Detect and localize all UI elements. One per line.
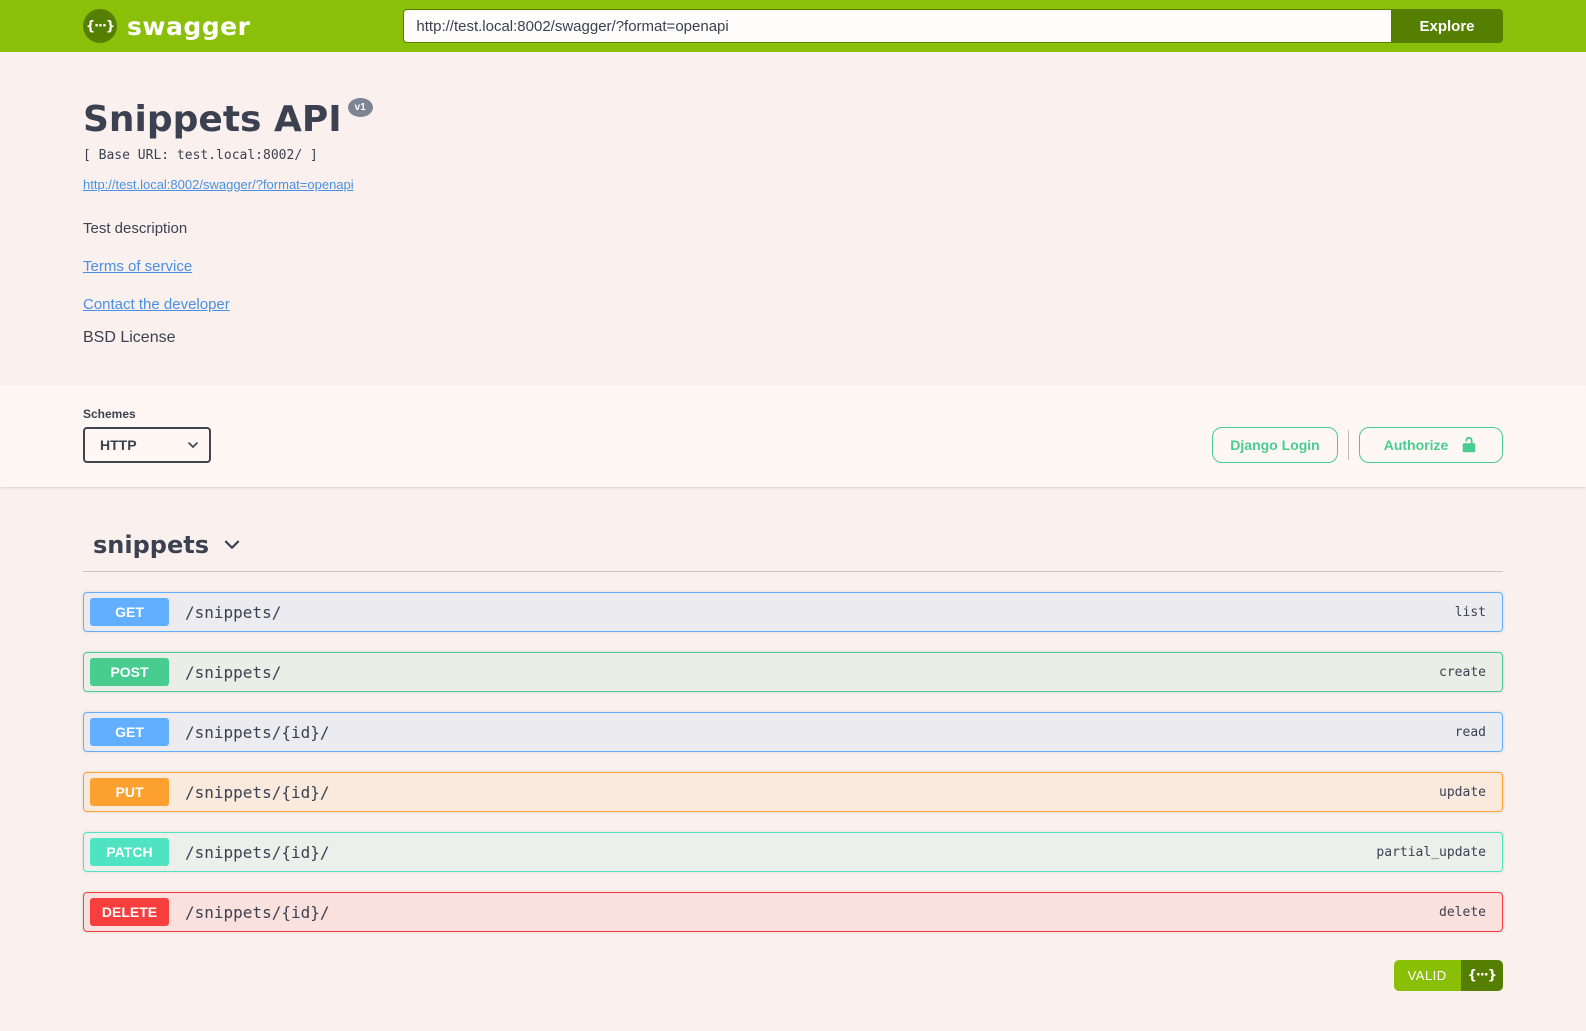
operation-summary: list [1454, 604, 1486, 620]
operation-summary: create [1439, 664, 1486, 680]
unlock-icon [1460, 436, 1478, 454]
operation-row[interactable]: GET /snippets/ list [83, 592, 1503, 632]
operation-summary: update [1439, 784, 1486, 800]
version-badge: v1 [347, 98, 373, 117]
operation-row[interactable]: DELETE /snippets/{id}/ delete [83, 892, 1503, 932]
operation-row[interactable]: POST /snippets/ create [83, 652, 1503, 692]
download-url-form: Explore [403, 9, 1503, 43]
operation-path: /snippets/{id}/ [185, 902, 330, 922]
operation-summary: read [1454, 724, 1486, 740]
swagger-logo: {···} swagger [83, 9, 250, 43]
scheme-container: Schemes HTTP Django Login Authorize [0, 385, 1586, 487]
spec-url-input[interactable] [403, 9, 1391, 43]
operation-path: /snippets/{id}/ [185, 842, 330, 862]
operation-list: GET /snippets/ list POST /snippets/ crea… [83, 572, 1503, 932]
api-description: Test description [83, 220, 188, 237]
operation-row[interactable]: GET /snippets/{id}/ read [83, 712, 1503, 752]
operation-path: /snippets/ [185, 662, 282, 682]
valid-badge[interactable]: VALID {···} [1393, 960, 1503, 991]
explore-button[interactable]: Explore [1391, 9, 1503, 43]
divider [1348, 430, 1349, 460]
tag-snippets[interactable]: snippets [83, 531, 1503, 572]
swagger-braces-icon: {···} [83, 9, 117, 43]
page-title: Snippets API [83, 99, 342, 140]
operation-path: /snippets/ [185, 602, 282, 622]
terms-of-service-link[interactable]: Terms of service [83, 258, 192, 275]
django-login-button[interactable]: Django Login [1212, 427, 1338, 463]
info-section: Snippets API v1 [ Base URL: test.local:8… [83, 52, 1503, 385]
method-badge: GET [90, 718, 169, 746]
operations-section: snippets GET /snippets/ list POST /snipp… [83, 487, 1503, 1031]
operation-path: /snippets/{id}/ [185, 722, 330, 742]
operation-path: /snippets/{id}/ [185, 782, 330, 802]
base-url: [ Base URL: test.local:8002/ ] [83, 148, 318, 163]
operation-summary: partial_update [1376, 844, 1486, 860]
method-badge: DELETE [90, 898, 169, 926]
operation-summary: delete [1439, 904, 1486, 920]
schemes-block: Schemes HTTP [83, 407, 211, 463]
method-badge: GET [90, 598, 169, 626]
operation-row[interactable]: PUT /snippets/{id}/ update [83, 772, 1503, 812]
authorize-button[interactable]: Authorize [1359, 427, 1503, 463]
contact-developer-link[interactable]: Contact the developer [83, 296, 230, 313]
swagger-braces-icon: {···} [1460, 960, 1503, 991]
schemes-label: Schemes [83, 407, 136, 421]
spec-link[interactable]: http://test.local:8002/swagger/?format=o… [83, 177, 354, 192]
auth-wrapper: Django Login Authorize [1212, 427, 1503, 463]
license-text: BSD License [83, 329, 176, 346]
method-badge: POST [90, 658, 169, 686]
chevron-down-icon[interactable] [221, 534, 243, 556]
tag-name: snippets [93, 531, 209, 559]
method-badge: PATCH [90, 838, 169, 866]
method-badge: PUT [90, 778, 169, 806]
brand-name: swagger [127, 11, 251, 41]
operation-row[interactable]: PATCH /snippets/{id}/ partial_update [83, 832, 1503, 872]
valid-label: VALID [1393, 960, 1461, 991]
scheme-select[interactable]: HTTP [83, 427, 211, 463]
topbar: {···} swagger Explore [0, 0, 1586, 52]
authorize-label: Authorize [1383, 437, 1449, 453]
